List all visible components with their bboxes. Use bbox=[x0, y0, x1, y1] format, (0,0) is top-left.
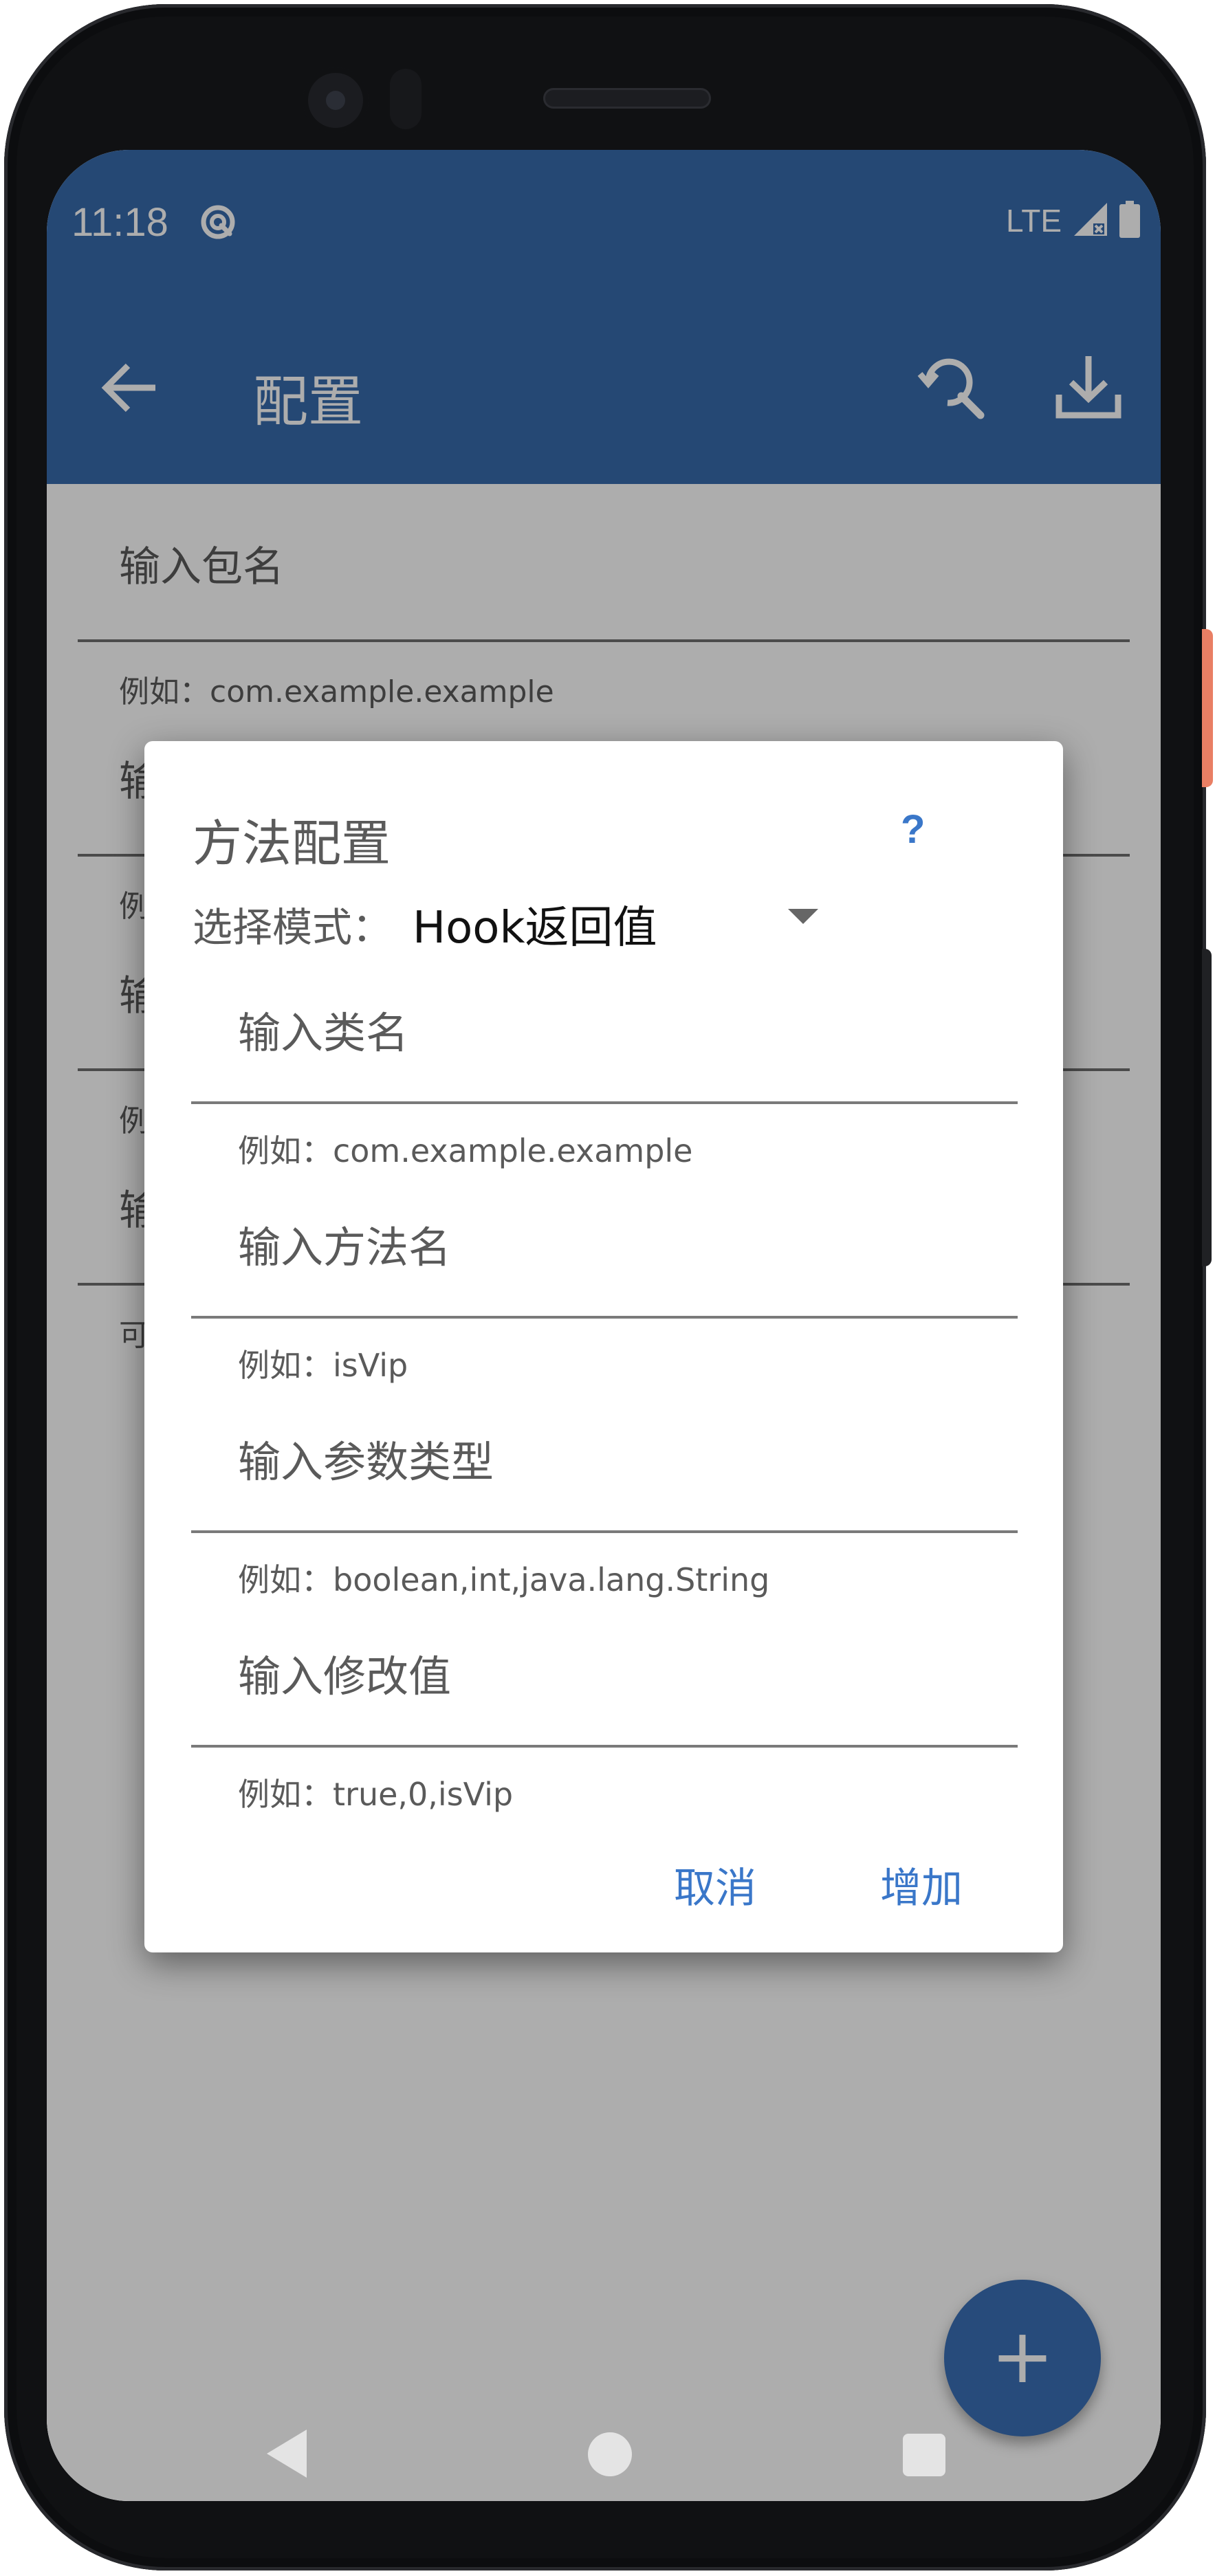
class-name-helper: 例如：com.example.example bbox=[238, 1132, 693, 1169]
modify-value-helper: 例如：true,0,isVip bbox=[238, 1776, 514, 1813]
earpiece-speaker bbox=[543, 88, 711, 109]
mode-label: 选择模式： bbox=[193, 904, 393, 951]
modify-value-underline bbox=[191, 1745, 1018, 1748]
method-config-dialog: 方法配置 ? 选择模式： Hook返回值 输入类名 例如：com.example… bbox=[144, 741, 1063, 1952]
class-name-underline bbox=[191, 1101, 1018, 1104]
param-types-label: 输入参数类型 bbox=[238, 1437, 494, 1487]
mode-selected-value: Hook返回值 bbox=[413, 903, 657, 954]
recents-square-icon[interactable] bbox=[903, 2434, 945, 2476]
screen: 11:18 LTE 配置 输入包名 例如：com.example.example… bbox=[47, 150, 1161, 2501]
front-camera bbox=[303, 67, 369, 133]
proximity-sensor bbox=[390, 69, 422, 129]
modify-value-label: 输入修改值 bbox=[238, 1651, 452, 1702]
add-button[interactable]: 增加 bbox=[880, 1855, 963, 1915]
power-button bbox=[1202, 629, 1213, 787]
home-circle-icon[interactable] bbox=[588, 2432, 632, 2476]
cancel-button[interactable]: 取消 bbox=[674, 1855, 756, 1915]
dialog-title: 方法配置 bbox=[193, 815, 391, 872]
method-name-helper: 例如：isVip bbox=[238, 1347, 408, 1384]
method-name-underline bbox=[191, 1316, 1018, 1319]
dropdown-caret-icon bbox=[788, 909, 818, 928]
method-name-label: 输入方法名 bbox=[238, 1222, 452, 1273]
mode-dropdown[interactable]: Hook返回值 bbox=[413, 888, 832, 954]
class-name-label: 输入类名 bbox=[238, 1008, 409, 1058]
help-button[interactable]: ? bbox=[901, 806, 925, 852]
back-triangle-icon[interactable] bbox=[265, 2428, 308, 2482]
param-types-underline bbox=[191, 1530, 1018, 1533]
volume-button bbox=[1202, 949, 1212, 1266]
param-types-helper: 例如：boolean,int,java.lang.String bbox=[238, 1561, 770, 1598]
